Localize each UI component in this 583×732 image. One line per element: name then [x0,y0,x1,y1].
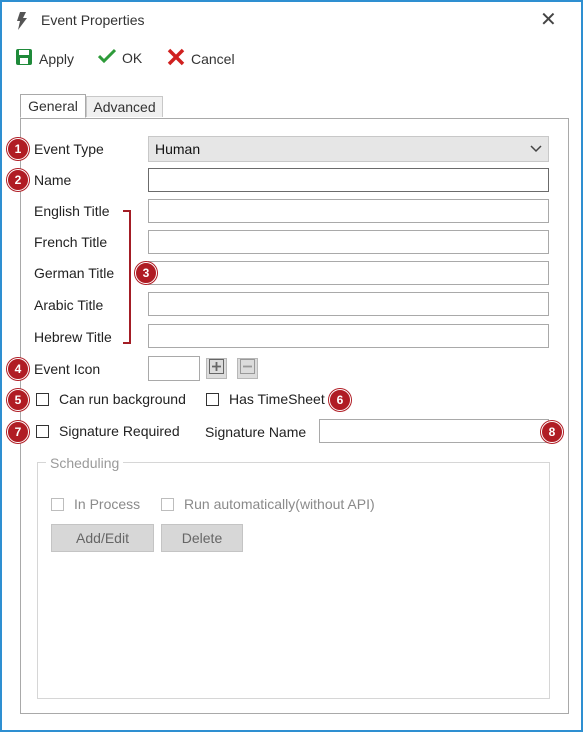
english-title-input[interactable] [148,199,549,223]
in-process-checkbox[interactable] [51,498,64,511]
event-type-label: Event Type [34,141,104,157]
signature-required-label: Signature Required [59,423,180,439]
run-automatically-label: Run automatically(without API) [184,496,375,512]
french-title-label: French Title [34,234,108,250]
chevron-down-icon [530,137,542,169]
event-type-value: Human [155,141,201,157]
arabic-title-input[interactable] [148,292,549,316]
cancel-label: Cancel [191,50,235,67]
ok-button[interactable]: OK [97,48,143,67]
delete-button[interactable]: Delete [161,524,243,552]
signature-name-label: Signature Name [205,424,307,440]
minus-icon [240,358,255,379]
signature-required-checkbox[interactable] [36,425,49,438]
hebrew-title-input[interactable] [148,324,549,348]
annotation-badge-5: 5 [7,389,29,411]
name-input[interactable] [148,168,549,192]
save-icon [15,48,33,69]
annotation-badge-8: 8 [541,421,563,443]
apply-label: Apply [39,50,75,67]
checkmark-icon [97,48,117,67]
run-automatically-checkbox[interactable] [161,498,174,511]
tab-advanced[interactable]: Advanced [86,96,163,117]
event-type-select[interactable]: Human [148,136,549,162]
titles-bracket [123,210,131,344]
name-label: Name [34,172,72,188]
arabic-title-label: Arabic Title [34,297,104,313]
annotation-badge-1: 1 [7,138,29,160]
tab-general[interactable]: General [20,94,86,118]
can-run-background-checkbox[interactable] [36,393,49,406]
signature-name-input[interactable] [319,419,549,443]
add-edit-button[interactable]: Add/Edit [51,524,154,552]
hebrew-title-label: Hebrew Title [34,329,112,345]
german-title-label: German Title [34,265,115,281]
scheduling-title: Scheduling [46,455,124,471]
annotation-badge-7: 7 [7,421,29,443]
cancel-button[interactable]: Cancel [167,48,235,69]
add-icon-button[interactable] [206,358,227,379]
in-process-label: In Process [74,496,141,512]
cancel-x-icon [167,48,185,69]
has-timesheet-checkbox[interactable] [206,393,219,406]
lightning-icon [15,12,29,35]
annotation-badge-3: 3 [135,262,157,284]
event-icon-preview[interactable] [148,356,200,381]
close-icon[interactable]: ✕ [540,8,557,32]
can-run-background-label: Can run background [59,391,186,407]
ok-label: OK [122,49,143,66]
german-title-input[interactable] [148,261,549,285]
remove-icon-button[interactable] [237,358,258,379]
english-title-label: English Title [34,203,110,219]
annotation-badge-6: 6 [329,389,351,411]
window-title: Event Properties [41,12,145,28]
has-timesheet-label: Has TimeSheet [229,391,325,407]
annotation-badge-4: 4 [7,358,29,380]
french-title-input[interactable] [148,230,549,254]
event-icon-label: Event Icon [34,361,101,377]
annotation-badge-2: 2 [7,169,29,191]
plus-icon [209,358,224,379]
apply-button[interactable]: Apply [15,48,74,69]
